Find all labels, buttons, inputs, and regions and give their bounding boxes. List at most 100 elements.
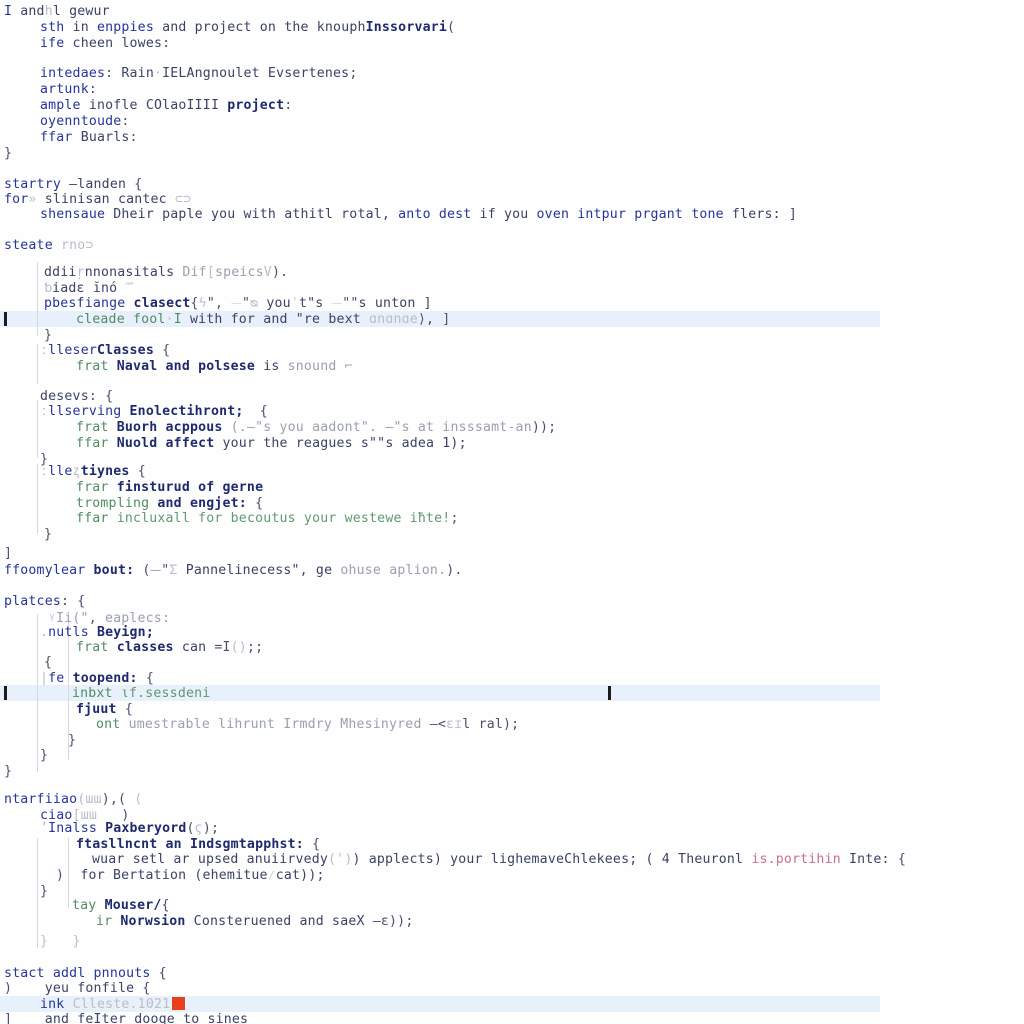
token-id: slinisan cantec bbox=[36, 192, 175, 207]
token-com: umestrable lihrunt Irmdry Mhesinyred bbox=[128, 717, 422, 732]
token-punct: { bbox=[142, 981, 151, 996]
code-editor[interactable]: I andhl gewur sth in enppies and project … bbox=[0, 0, 1024, 1024]
token-punct: ). bbox=[446, 563, 463, 578]
token-kw2: startry bbox=[4, 177, 61, 192]
code-line-2[interactable]: ife cheen lowes: bbox=[0, 36, 170, 52]
token-kw2: ink bbox=[40, 997, 65, 1012]
code-line-1[interactable]: sth in enppies and project on the knouph… bbox=[0, 20, 455, 36]
code-line-62[interactable]: stact addl pnnouts { bbox=[0, 966, 167, 982]
token-fn: bout: bbox=[93, 563, 135, 578]
code-line-6[interactable]: ample inofle COlaoIIII project: bbox=[0, 98, 292, 114]
code-line-20[interactable]: cleade fool·I with for and "re bext ɑnɑn… bbox=[0, 312, 450, 328]
token-fn: fjuut bbox=[76, 702, 117, 717]
code-line-60[interactable]: } } bbox=[0, 934, 81, 950]
token-id bbox=[96, 898, 104, 913]
code-line-17[interactable]: ddiiŗnnonasitals Dif[speicsV). bbox=[0, 265, 288, 281]
token-str: cleade fool bbox=[76, 312, 166, 327]
code-line-0[interactable]: I andhl gewur bbox=[0, 4, 110, 20]
code-line-21[interactable]: } bbox=[0, 328, 52, 344]
code-line-33[interactable]: ffar incluxall for becoutus your westewe… bbox=[0, 511, 459, 527]
code-line-58[interactable]: tay Mouser/{ bbox=[0, 898, 170, 914]
code-line-27[interactable]: frat Buorh acppous (.–"s you aadont". –"… bbox=[0, 420, 556, 436]
token-punct: : { bbox=[60, 594, 86, 609]
token-kw2: pbesfiange bbox=[44, 296, 126, 311]
code-line-64[interactable]: ink Clleste.1021 bbox=[0, 997, 170, 1013]
token-kw2: oyenntoude bbox=[40, 114, 122, 129]
code-line-7[interactable]: oyenntoude: bbox=[0, 114, 130, 130]
code-line-46[interactable]: ont umestrable lihrunt Irmdry Mhesinyred… bbox=[0, 717, 519, 733]
token-id bbox=[109, 511, 117, 526]
code-line-65[interactable]: ] and feIter dooqe to sines bbox=[0, 1012, 248, 1024]
token-id: Rain bbox=[121, 66, 154, 81]
token-com: ohuse aplion. bbox=[340, 563, 447, 578]
code-line-54[interactable]: ftasllncnt an Indsgmtapphst: { bbox=[0, 837, 320, 853]
code-line-11[interactable]: startry –landen { bbox=[0, 177, 142, 193]
token-id bbox=[431, 207, 439, 222]
token-punct: } bbox=[4, 764, 13, 779]
token-fn: Inssorvari bbox=[365, 20, 448, 35]
breakpoint-marker[interactable] bbox=[172, 997, 185, 1010]
code-line-19[interactable]: pbesfiange clasect{ϟ", ⏤"ᴓ youˈt"s ⏤""s … bbox=[0, 296, 432, 312]
token-kw2: ample bbox=[40, 98, 81, 113]
token-id: lowes bbox=[121, 36, 163, 51]
code-line-44[interactable]: inbxt ιf.sessdeni bbox=[0, 686, 210, 702]
token-faint: } } bbox=[40, 934, 81, 949]
token-faint: ː bbox=[40, 404, 49, 419]
token-faint: ƅ bbox=[44, 281, 53, 296]
token-com: Ii(" bbox=[56, 611, 89, 626]
code-line-8[interactable]: ffar Buarls: bbox=[0, 130, 138, 146]
code-line-30[interactable]: ːlleʐtiynes { bbox=[0, 464, 146, 480]
code-line-42[interactable]: { bbox=[0, 655, 52, 671]
code-line-9[interactable]: } bbox=[0, 146, 12, 162]
code-line-40[interactable]: .nutls Beyign; bbox=[0, 625, 154, 641]
code-line-45[interactable]: fjuut { bbox=[0, 702, 133, 718]
token-id bbox=[422, 717, 430, 732]
code-line-31[interactable]: frar finsturud of gerne bbox=[0, 480, 263, 496]
code-line-38[interactable]: platces: { bbox=[0, 594, 85, 610]
code-line-43[interactable]: |fe toopend: { bbox=[0, 671, 154, 687]
code-line-41[interactable]: frat classes can =I();; bbox=[0, 640, 263, 656]
token-punct: , bbox=[88, 611, 105, 626]
code-line-59[interactable]: ir Norwsion Consteruened and saeX –ɛ)); bbox=[0, 914, 413, 930]
token-str: ffar bbox=[76, 511, 109, 526]
code-line-5[interactable]: artunk: bbox=[0, 82, 97, 98]
token-id: COlaoIIII bbox=[145, 98, 228, 113]
code-line-23[interactable]: frat Naval and polsese is snound ⌐ bbox=[0, 359, 353, 375]
token-fn: Beyign; bbox=[96, 625, 154, 640]
code-line-28[interactable]: ffar Nuold affect your the reagues s""s … bbox=[0, 436, 467, 452]
code-line-26[interactable]: ːllserving Enolectihront; { bbox=[0, 404, 268, 420]
code-line-53[interactable]: ʼInalss Paxberyord(ϛ); bbox=[0, 821, 219, 837]
code-line-18[interactable]: ƅiadɛ ĭnó ⁗ bbox=[0, 281, 134, 297]
token-id bbox=[223, 420, 231, 435]
token-faint: ˈ bbox=[290, 296, 299, 311]
code-line-4[interactable]: intedaes: Rain·IELAngnoulet Evsertenes; bbox=[0, 66, 357, 82]
token-id: yeu fonfile bbox=[12, 981, 143, 996]
code-line-36[interactable]: ffoomylear bout: (⏤"Σ Pannelinecess", ge… bbox=[0, 563, 462, 579]
code-line-25[interactable]: desevs: { bbox=[0, 389, 113, 405]
token-faint: | bbox=[40, 671, 49, 686]
code-line-63[interactable]: ) yeu fonfile { bbox=[0, 981, 151, 997]
code-line-34[interactable]: } bbox=[0, 527, 52, 543]
token-punct: : bbox=[88, 82, 97, 97]
code-line-15[interactable]: steate rno⊃ bbox=[0, 238, 94, 254]
token-punct: { bbox=[158, 966, 167, 981]
token-com: speics bbox=[214, 265, 264, 280]
code-line-48[interactable]: } bbox=[0, 748, 48, 764]
code-line-13[interactable]: shensaue Dheir paple you with athitl rot… bbox=[0, 207, 797, 223]
code-line-12[interactable]: for» slinisan cantec ⊂⊃ bbox=[0, 192, 191, 208]
code-surface: I andhl gewur sth in enppies and project … bbox=[0, 0, 1024, 1024]
code-line-47[interactable]: } bbox=[0, 733, 76, 749]
token-faint: ⁄ bbox=[267, 868, 276, 883]
token-str: ont bbox=[96, 717, 121, 732]
code-line-35[interactable]: ] bbox=[0, 546, 12, 562]
token-id: s unton ] bbox=[358, 296, 432, 311]
code-line-49[interactable]: } bbox=[0, 764, 12, 780]
code-line-55[interactable]: wuar setl ar upsed anuiirvedy(')) applec… bbox=[0, 852, 906, 868]
token-fn: Mouser/ bbox=[104, 898, 162, 913]
token-punct: ] bbox=[4, 546, 13, 561]
token-id: cheen bbox=[64, 36, 122, 51]
code-line-51[interactable]: ntarfiiao(ɯɯ),( ⟨ bbox=[0, 792, 142, 808]
code-line-22[interactable]: ːlleserClasses { bbox=[0, 343, 170, 359]
code-line-56[interactable]: ) for Bertation (ehemitue⁄cat)); bbox=[0, 868, 325, 884]
code-line-32[interactable]: trompling and engjet: { bbox=[0, 496, 263, 512]
